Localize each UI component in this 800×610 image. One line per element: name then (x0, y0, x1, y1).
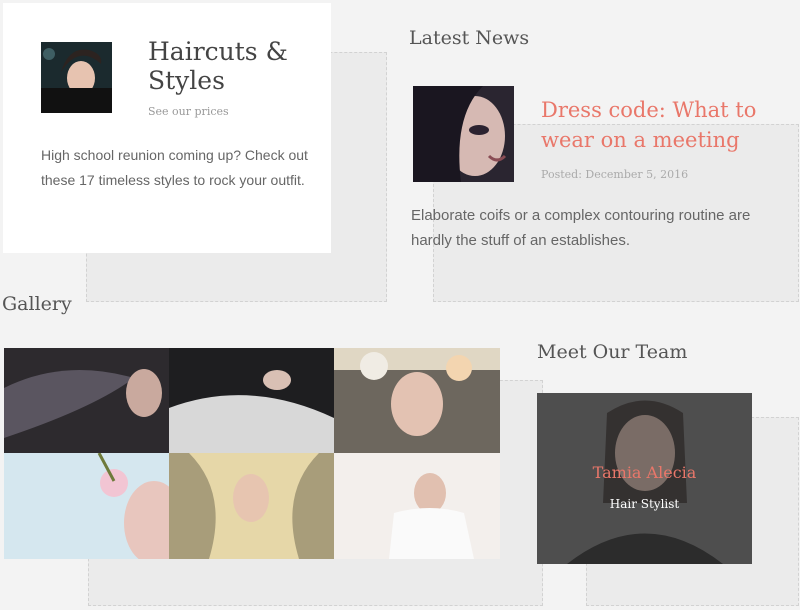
gallery-image[interactable] (334, 348, 500, 453)
haircuts-body: High school reunion coming up? Check out… (41, 147, 308, 188)
latest-news-heading: Latest News (409, 27, 530, 49)
haircuts-thumbnail[interactable] (41, 42, 112, 113)
news-thumbnail[interactable] (413, 86, 514, 182)
see-prices-link[interactable]: See our prices (148, 105, 229, 118)
news-body: Elaborate coifs or a complex contouring … (411, 207, 751, 249)
news-article-title[interactable]: Dress code: What to wear on a meeting (541, 95, 781, 155)
team-member-card[interactable]: Tamia Alecia Hair Stylist (537, 393, 752, 564)
gallery-image[interactable] (4, 348, 169, 453)
gallery-heading: Gallery (2, 293, 72, 315)
gallery-image[interactable] (169, 453, 334, 559)
gallery-grid (4, 348, 500, 559)
team-member-role: Hair Stylist (609, 497, 680, 511)
news-date: Posted: December 5, 2016 (541, 168, 689, 181)
haircuts-card: Haircuts & Styles See our prices High sc… (3, 3, 331, 253)
gallery-image[interactable] (169, 348, 334, 453)
team-member-name: Tamia Alecia (592, 463, 697, 482)
haircuts-title[interactable]: Haircuts & Styles (148, 37, 318, 95)
team-heading: Meet Our Team (537, 341, 688, 363)
gallery-image[interactable] (4, 453, 169, 559)
gallery-image[interactable] (334, 453, 500, 559)
